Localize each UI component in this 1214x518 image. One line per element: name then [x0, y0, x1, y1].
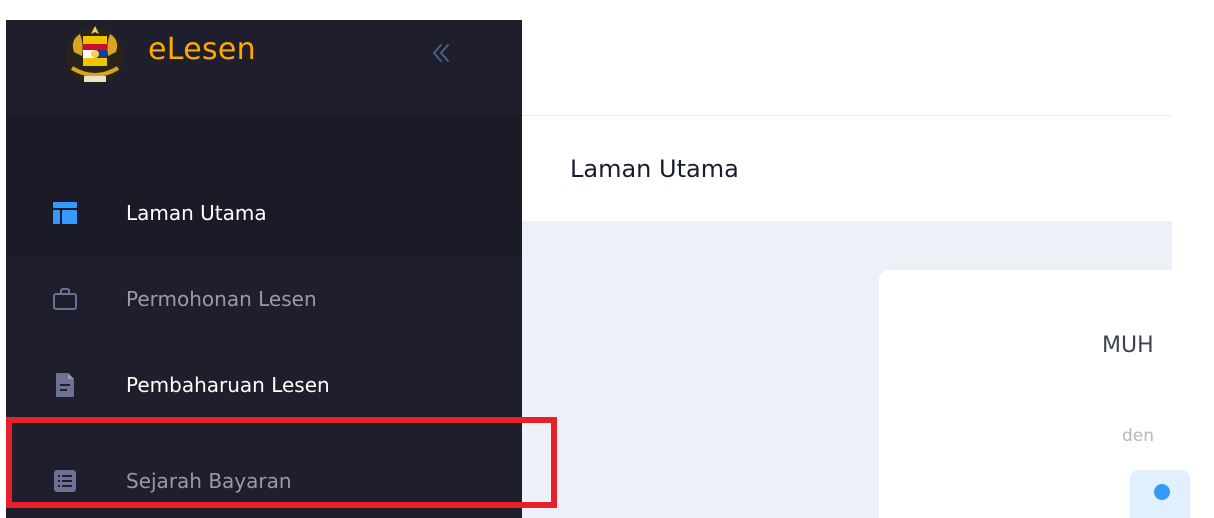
sidebar: eLesen Laman Utama Permohonan Lesen Pemb…: [6, 20, 522, 518]
page-title: Laman Utama: [570, 155, 739, 183]
sidebar-item-sejarah-bayaran[interactable]: Sejarah Bayaran: [6, 438, 522, 518]
sidebar-item-label: Pembaharuan Lesen: [126, 373, 330, 397]
card-subtitle: den: [1122, 426, 1155, 446]
top-margin: [0, 0, 1214, 10]
briefcase-icon: [51, 285, 79, 313]
list-icon: [51, 467, 79, 495]
sidebar-item-label: Permohonan Lesen: [126, 287, 317, 311]
document-icon: [51, 371, 79, 399]
subheader: Laman Utama: [522, 117, 1172, 221]
topbar: [522, 20, 1172, 116]
sidebar-item-label: Sejarah Bayaran: [126, 469, 292, 493]
user-name-text: MUH: [1102, 333, 1154, 358]
main-content: MUH den: [522, 221, 1190, 518]
dashboard-layout-icon: [51, 199, 79, 227]
sidebar-item-permohonan-lesen[interactable]: Permohonan Lesen: [6, 256, 522, 342]
sidebar-brand: eLesen: [6, 20, 522, 115]
welcome-card: MUH den: [879, 270, 1190, 518]
sidebar-collapse-button[interactable]: [423, 35, 459, 71]
coat-of-arms-logo: [66, 26, 124, 84]
sidebar-item-laman-utama[interactable]: Laman Utama: [6, 170, 522, 256]
sidebar-item-pembaharuan-lesen[interactable]: Pembaharuan Lesen: [6, 342, 522, 428]
avatar: [1130, 470, 1190, 518]
sidebar-item-label: Laman Utama: [126, 201, 267, 225]
user-icon: [1154, 484, 1170, 500]
app-window: eLesen Laman Utama Permohonan Lesen Pemb…: [0, 0, 1214, 518]
chevrons-left-icon: [432, 44, 449, 62]
brand-name[interactable]: eLesen: [148, 32, 256, 67]
